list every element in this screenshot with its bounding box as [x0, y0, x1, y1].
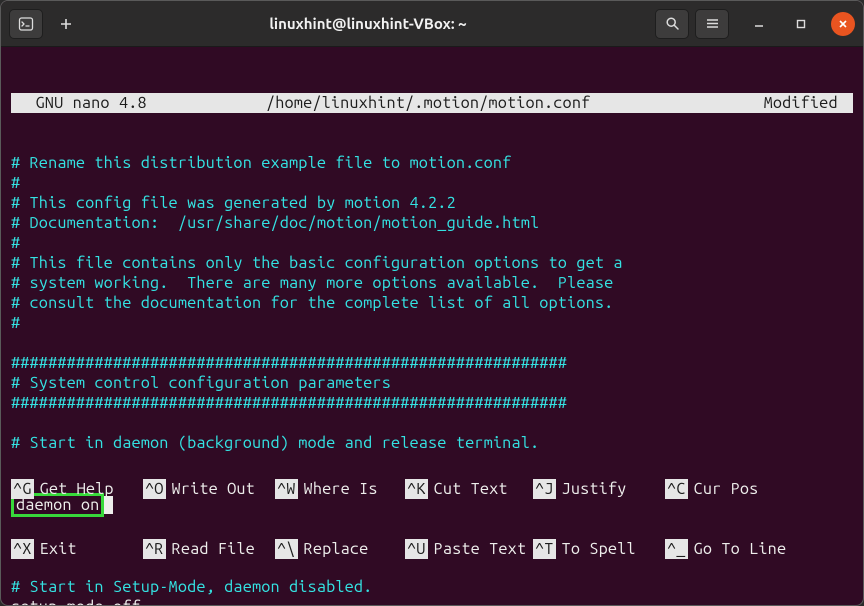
maximize-icon: [796, 19, 806, 29]
editor-line: # This file contains only the basic conf…: [11, 253, 853, 273]
editor-line: # consult the documentation for the comp…: [11, 293, 853, 313]
window-title: linuxhint@linuxhint-VBox: ~: [87, 15, 649, 32]
shortcut-justify[interactable]: ^J Justify: [533, 479, 665, 499]
footer-row-1: ^G Get Help ^O Write Out ^W Where Is ^K Cut Tex…: [11, 479, 853, 499]
shortcut-exit[interactable]: ^X Exit: [11, 539, 143, 559]
shortcut-where-is[interactable]: ^W Where Is: [275, 479, 405, 499]
shortcut-key: ^T: [533, 539, 556, 559]
search-icon: [665, 16, 680, 31]
shortcut-go-to-line[interactable]: ^_ Go To Line: [665, 539, 815, 559]
shortcut-write-out[interactable]: ^O Write Out: [143, 479, 275, 499]
shortcut-get-help[interactable]: ^G Get Help: [11, 479, 143, 499]
shortcut-key: ^J: [533, 479, 556, 499]
maximize-button[interactable]: [789, 12, 813, 36]
shortcut-paste-text[interactable]: ^U Paste Text: [405, 539, 533, 559]
titlebar-left: [9, 9, 81, 39]
close-button[interactable]: [831, 12, 855, 36]
shortcut-label: Replace: [304, 539, 369, 559]
editor-line: # System control configuration parameter…: [11, 373, 853, 393]
new-tab-button[interactable]: [9, 9, 43, 39]
shortcut-key: ^_: [665, 539, 688, 559]
menu-button[interactable]: [695, 9, 729, 39]
shortcut-cur-pos[interactable]: ^C Cur Pos: [665, 479, 815, 499]
shortcut-to-spell[interactable]: ^T To Spell: [533, 539, 665, 559]
nano-footer: ^G Get Help ^O Write Out ^W Where Is ^K Cut Tex…: [11, 439, 853, 599]
add-tab-button[interactable]: [51, 9, 81, 39]
editor-line: [11, 413, 853, 433]
shortcut-read-file[interactable]: ^R Read File: [143, 539, 275, 559]
shortcut-key: ^X: [11, 539, 34, 559]
minimize-icon: [754, 19, 764, 29]
nano-filename: /home/linuxhint/.motion/motion.conf: [266, 93, 743, 113]
nano-title: GNU nano 4.8: [11, 93, 266, 113]
search-button[interactable]: [655, 9, 689, 39]
shortcut-key: ^R: [143, 539, 166, 559]
shortcut-label: Cur Pos: [694, 479, 759, 499]
shortcut-label: Read File: [172, 539, 255, 559]
shortcut-label: Get Help: [40, 479, 114, 499]
minimize-button[interactable]: [747, 12, 771, 36]
shortcut-label: Go To Line: [694, 539, 787, 559]
editor-line: #: [11, 173, 853, 193]
editor-content: # Rename this distribution example file …: [11, 153, 853, 453]
terminal-body[interactable]: GNU nano 4.8 /home/linuxhint/.motion/mot…: [1, 47, 863, 605]
titlebar-right: [655, 9, 855, 39]
shortcut-replace[interactable]: ^\ Replace: [275, 539, 405, 559]
shortcut-label: Write Out: [172, 479, 255, 499]
titlebar: linuxhint@linuxhint-VBox: ~: [1, 1, 863, 47]
shortcut-key: ^U: [405, 539, 428, 559]
shortcut-label: To Spell: [562, 539, 636, 559]
shortcut-label: Where Is: [304, 479, 378, 499]
editor-line: #: [11, 313, 853, 333]
editor-line: # This config file was generated by moti…: [11, 193, 853, 213]
shortcut-label: Paste Text: [434, 539, 527, 559]
shortcut-key: ^O: [143, 479, 166, 499]
shortcut-label: Justify: [562, 479, 627, 499]
terminal-icon: [18, 16, 34, 32]
editor-line: # Documentation: /usr/share/doc/motion/m…: [11, 213, 853, 233]
shortcut-label: Cut Text: [434, 479, 508, 499]
nano-modified: Modified: [743, 93, 853, 113]
editor-line: #: [11, 233, 853, 253]
terminal-window: linuxhint@linuxhint-VBox: ~: [0, 0, 864, 606]
editor-line: [11, 333, 853, 353]
close-icon: [838, 19, 848, 29]
editor-line: # system working. There are many more op…: [11, 273, 853, 293]
shortcut-key: ^C: [665, 479, 688, 499]
shortcut-key: ^K: [405, 479, 428, 499]
shortcut-label: Exit: [40, 539, 77, 559]
nano-header: GNU nano 4.8 /home/linuxhint/.motion/mot…: [11, 93, 853, 113]
shortcut-key: ^\: [275, 539, 298, 559]
shortcut-key: ^G: [11, 479, 34, 499]
plus-icon: [59, 17, 73, 31]
editor-line: ########################################…: [11, 353, 853, 373]
shortcut-key: ^W: [275, 479, 298, 499]
editor-line: ########################################…: [11, 393, 853, 413]
hamburger-icon: [705, 16, 720, 31]
editor-line: # Rename this distribution example file …: [11, 153, 853, 173]
shortcut-cut-text[interactable]: ^K Cut Text: [405, 479, 533, 499]
footer-row-2: ^X Exit ^R Read File ^\ Replace ^U Paste Text ^T…: [11, 539, 853, 559]
